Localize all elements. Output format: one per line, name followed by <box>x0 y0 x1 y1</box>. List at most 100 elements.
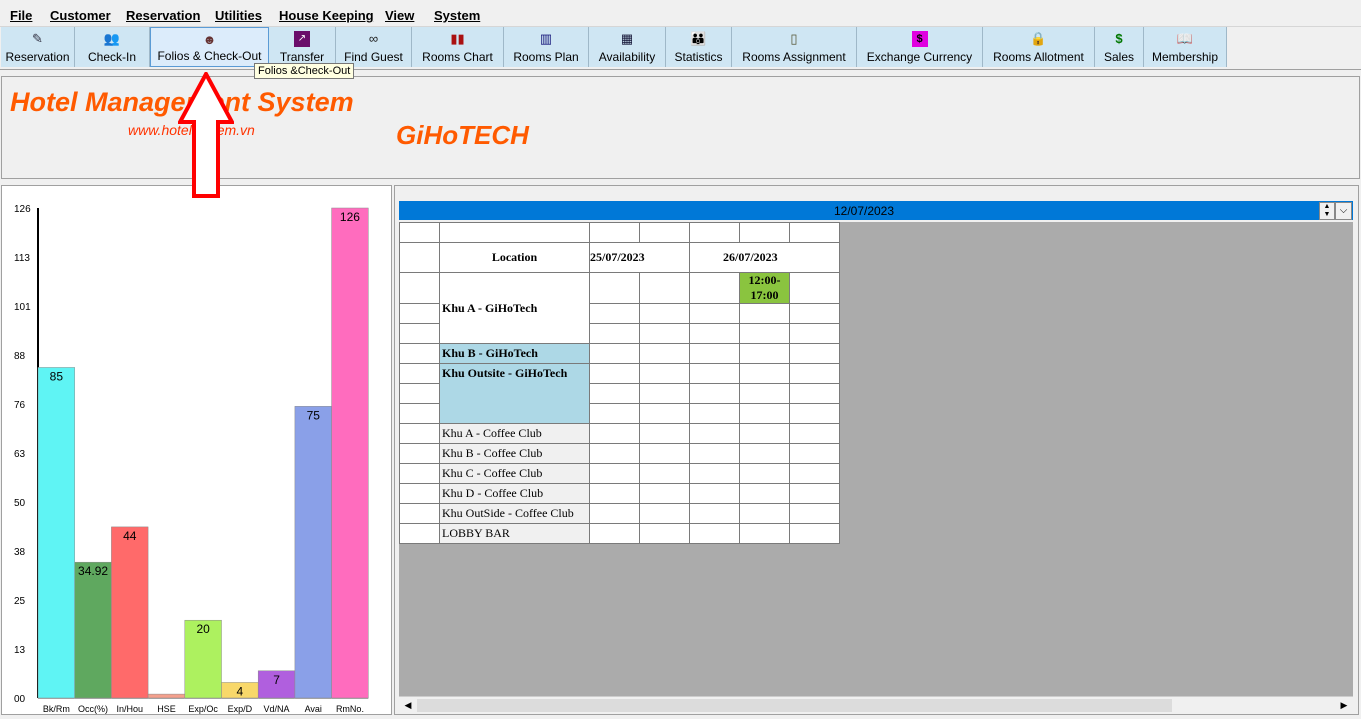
membership-label: Membership <box>1151 50 1219 64</box>
brand-name: GiHoTECH <box>396 120 529 150</box>
bar <box>74 561 112 699</box>
data-label: 85 <box>50 369 64 383</box>
y-tick-label: 113 <box>14 253 30 264</box>
books-icon: ▥ <box>539 31 553 46</box>
y-tick-label: 101 <box>14 302 31 313</box>
y-tick-label: 13 <box>14 645 26 656</box>
book-icon: 📖 <box>1176 31 1194 46</box>
dollar-icon: $ <box>911 31 928 47</box>
transfer-button[interactable]: ↗ Transfer <box>269 27 336 67</box>
menu-house-keeping[interactable]: House Keeping <box>279 8 374 23</box>
rooms-chart-button[interactable]: ▮▮ Rooms Chart <box>412 27 504 67</box>
availability-button[interactable]: ▦ Availability <box>589 27 666 67</box>
rooms-chart-label: Rooms Chart <box>422 50 493 64</box>
folios-check-out-label: Folios & Check-Out <box>157 49 262 63</box>
zone-khu-outsite: Khu Outsite - GiHoTech <box>439 363 590 424</box>
trend-chart-icon: ↗ <box>294 31 310 47</box>
outlet-row: Khu OutSide - Coffee Club <box>439 503 590 524</box>
statistics-button[interactable]: 👪 Statistics <box>666 27 732 67</box>
pen-icon: ✎ <box>32 31 43 46</box>
horizontal-scrollbar[interactable]: ◀ ▶ <box>399 696 1353 714</box>
date-header: 25/07/2023 <box>589 242 690 273</box>
binoculars-icon: ∞ <box>368 31 379 46</box>
y-tick-label: 76 <box>14 400 26 411</box>
toolbar: ✎ Reservation 👥 Check-In ☻ Folios & Chec… <box>0 27 1361 70</box>
x-tick-label: Exp/D <box>228 704 253 714</box>
y-tick-label: 50 <box>14 498 26 509</box>
bar <box>147 693 186 699</box>
scroll-right-icon[interactable]: ▶ <box>1337 699 1351 712</box>
exchange-currency-label: Exchange Currency <box>866 50 973 64</box>
x-tick-label: Vd/NA <box>264 704 290 714</box>
x-tick-label: RmNo. <box>336 704 364 714</box>
reservation-button[interactable]: ✎ Reservation <box>1 27 75 67</box>
outlet-row: Khu D - Coffee Club <box>439 483 590 504</box>
x-tick-label: Exp/Oc <box>188 704 218 714</box>
money-icon: $ <box>1115 31 1123 46</box>
bar <box>111 526 149 699</box>
schedule-panel: 12/07/2023 ▲ ▼ ⌵ Location 25/07/2023 26/0… <box>394 185 1359 715</box>
statistics-bar-chart: 00 13 25 38 50 63 76 88 101 113 126 85 Bk/Rm 34.92 Occ… <box>14 204 369 714</box>
data-label: 126 <box>340 210 360 224</box>
rooms-plan-button[interactable]: ▥ Rooms Plan <box>504 27 589 67</box>
membership-button[interactable]: 📖 Membership <box>1144 27 1227 67</box>
lock-icon: 🔒 <box>1030 31 1047 46</box>
bar <box>331 207 369 699</box>
outlet-row: Khu C - Coffee Club <box>439 463 590 484</box>
rooms-allotment-label: Rooms Allotment <box>993 50 1084 64</box>
schedule-table: Location 25/07/2023 26/07/2023 Khu A - G… <box>399 222 840 544</box>
menu-customer[interactable]: Customer <box>50 8 111 23</box>
people-icon: 👥 <box>103 31 121 46</box>
data-label: 7 <box>273 673 280 687</box>
availability-label: Availability <box>598 50 656 64</box>
scroll-left-icon[interactable]: ◀ <box>401 699 415 712</box>
menu-file[interactable]: File <box>10 8 32 23</box>
schedule-grid: Location 25/07/2023 26/07/2023 Khu A - G… <box>399 222 1353 696</box>
y-tick-label: 63 <box>14 449 26 460</box>
folios-check-out-button[interactable]: ☻ Folios & Check-Out <box>150 27 269 67</box>
person-icon: ☻ <box>202 32 217 47</box>
booking-slot[interactable]: 12:00-17:00 <box>739 272 790 304</box>
exchange-currency-button[interactable]: $ Exchange Currency <box>857 27 983 67</box>
y-tick-label: 25 <box>14 596 26 607</box>
statistics-label: Statistics <box>674 50 723 64</box>
location-header: Location <box>439 242 590 273</box>
bar-chart-icon: ▮▮ <box>450 31 465 46</box>
y-tick-label: 88 <box>14 351 26 362</box>
data-label: 20 <box>196 622 210 636</box>
menu-system[interactable]: System <box>434 8 480 23</box>
sales-button[interactable]: $ Sales <box>1095 27 1144 67</box>
check-in-button[interactable]: 👥 Check-In <box>75 27 150 67</box>
outlet-row: LOBBY BAR <box>439 523 590 544</box>
x-tick-label: Avai <box>305 704 322 714</box>
date-picker[interactable]: 12/07/2023 ▲ ▼ ⌵ <box>399 201 1353 220</box>
scrollbar-thumb[interactable] <box>417 699 1172 712</box>
x-tick-label: Bk/Rm <box>43 704 70 714</box>
statistics-chart-panel: 00 13 25 38 50 63 76 88 101 113 126 85 Bk/Rm 34.92 Occ… <box>1 185 392 715</box>
menu-reservation[interactable]: Reservation <box>126 8 200 23</box>
y-tick-label: 00 <box>14 694 26 705</box>
data-label: 34.92 <box>78 564 108 578</box>
group-icon: 👪 <box>690 31 707 46</box>
selected-date: 12/07/2023 <box>833 204 895 218</box>
date-spinner[interactable]: ▲ ▼ <box>1319 202 1335 220</box>
zone-khu-a: Khu A - GiHoTech <box>439 272 590 344</box>
find-guest-button[interactable]: ∞ Find Guest <box>336 27 412 67</box>
data-label: 44 <box>123 529 137 543</box>
y-tick-label: 38 <box>14 547 26 558</box>
zone-khu-b: Khu B - GiHoTech <box>439 343 590 364</box>
x-tick-label: Occ(%) <box>78 704 108 714</box>
menu-view[interactable]: View <box>385 8 414 23</box>
menu-utilities[interactable]: Utilities <box>215 8 262 23</box>
data-label: 4 <box>237 684 244 698</box>
x-tick-label: In/Hou <box>116 704 143 714</box>
building-icon: ▦ <box>620 31 634 46</box>
data-label: 75 <box>307 408 321 422</box>
rooms-plan-label: Rooms Plan <box>513 50 579 64</box>
rooms-assignment-button[interactable]: ▯ Rooms Assignment <box>732 27 857 67</box>
chevron-down-icon[interactable]: ⌵ <box>1335 202 1352 220</box>
rooms-allotment-button[interactable]: 🔒 Rooms Allotment <box>983 27 1095 67</box>
menu-bar: File Customer Reservation Utilities Hous… <box>0 5 1361 27</box>
outlet-row: Khu A - Coffee Club <box>439 423 590 444</box>
y-tick-label: 126 <box>14 204 31 215</box>
